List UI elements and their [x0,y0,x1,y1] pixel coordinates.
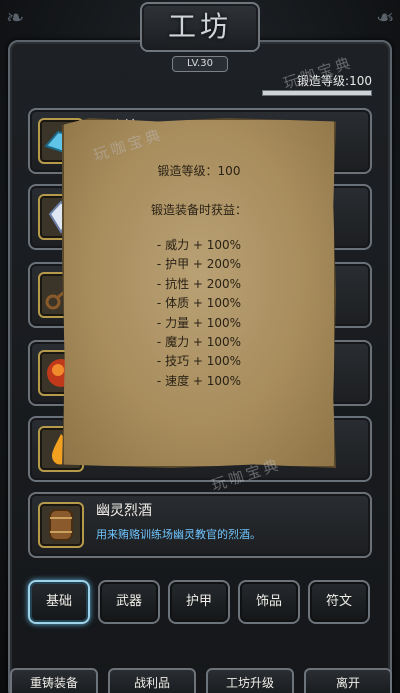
tab-armor[interactable]: 护甲 [168,580,230,624]
ornament-right: ❧ [375,6,394,31]
tab-accessory[interactable]: 饰品 [238,580,300,624]
forge-progress-fill [263,91,371,95]
game-screen: ❧ ❧ 工坊 LV.30 锻造等级:100 福合锭 [0,0,400,693]
item-description: 用来贿赂训练场幽灵教官的烈酒。 [96,528,261,541]
barrel-icon [38,502,84,548]
item-name: 幽灵烈酒 [96,503,152,519]
tab-weapon[interactable]: 武器 [98,580,160,624]
title-plate: 工坊 [140,2,260,52]
stat-line: - 抗性 + 200% [156,276,242,291]
tooltip-heading: 锻造装备时获益： [150,203,247,217]
tab-rune[interactable]: 符文 [308,580,370,624]
loot-button[interactable]: 战利品 [108,668,196,693]
stat-line: - 体质 + 100% [156,296,242,311]
reforge-button[interactable]: 重铸装备 [10,668,98,693]
stat-line: - 技巧 + 100% [156,354,242,369]
item-row-5[interactable]: 幽灵烈酒 用来贿赂训练场幽灵教官的烈酒。 [28,492,372,558]
tab-basic[interactable]: 基础 [28,580,90,624]
ornament-left: ❧ [6,6,25,31]
forge-level-tooltip: 锻造等级：100 锻造装备时获益： - 威力 + 100% - 护甲 + 200… [62,118,336,468]
workshop-level: LV.30 [172,56,228,72]
stat-line: - 威力 + 100% [156,238,242,252]
leave-button[interactable]: 离开 [304,668,392,693]
forge-progress-bar [262,90,372,96]
page-title: 工坊 [167,10,232,43]
upgrade-workshop-button[interactable]: 工坊升级 [206,668,294,693]
tooltip-stats: - 威力 + 100% - 护甲 + 200% - 抗性 + 200% - 体质… [64,236,334,391]
stat-line: - 魔力 + 100% [156,335,242,350]
stat-line: - 速度 + 100% [156,373,242,388]
tooltip-level: 锻造等级：100 [157,164,241,178]
stat-line: - 力量 + 100% [156,315,242,330]
stat-line: - 护甲 + 200% [156,257,242,272]
